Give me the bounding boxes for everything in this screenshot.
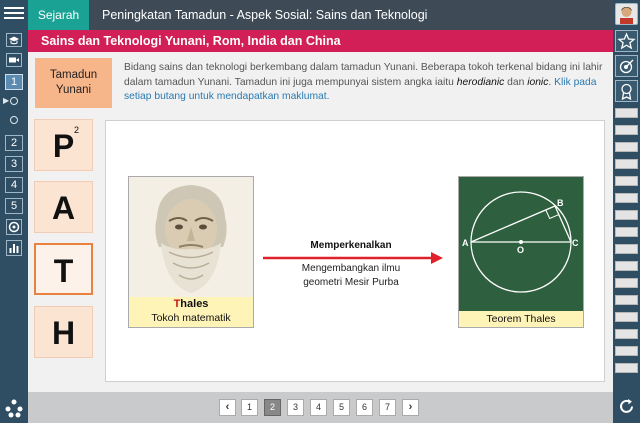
term-herodianic: herodianic [456, 76, 505, 88]
scroll-slot [615, 176, 638, 186]
top-bar: Sejarah Peningkatan Tamadun - Aspek Sosi… [28, 0, 613, 30]
avatar[interactable] [615, 3, 638, 25]
point-a-label: A [462, 238, 469, 248]
page-7-button[interactable]: 7 [379, 399, 396, 416]
scroll-slot [615, 227, 638, 237]
scroll-slot [615, 312, 638, 322]
letter-superscript: 2 [73, 125, 79, 135]
menu-icon[interactable] [4, 4, 24, 24]
scroll-slot [615, 193, 638, 203]
network-share-icon[interactable] [4, 398, 24, 418]
letter-button-t[interactable]: T [34, 243, 93, 295]
bottom-bar: ‹ 1 2 3 4 5 6 7 › [28, 392, 613, 423]
page-1-button[interactable]: 1 [241, 399, 258, 416]
letter-label: A [51, 190, 76, 226]
refresh-icon[interactable] [617, 397, 636, 416]
prev-page-button[interactable]: ‹ [219, 399, 236, 416]
intro-period: . [548, 76, 552, 88]
lesson-title: Peningkatan Tamadun - Aspek Sosial: Sain… [102, 8, 428, 22]
content-area: Tamadun Yunani Bidang sains dan teknolog… [28, 52, 613, 392]
section-1-button[interactable]: 1 [5, 74, 23, 90]
scroll-slot [615, 363, 638, 373]
subject-tab[interactable]: Sejarah [28, 0, 89, 30]
video-camera-icon[interactable] [6, 53, 22, 67]
term-ionic: ionic [527, 76, 549, 88]
thales-portrait-card: Thales Tokoh matematik [128, 176, 254, 328]
page-3-button[interactable]: 3 [287, 399, 304, 416]
point-b-label: B [557, 198, 564, 208]
letter-label: P [52, 128, 75, 164]
page-4-button[interactable]: 4 [310, 399, 327, 416]
page-6-button[interactable]: 6 [356, 399, 373, 416]
scroll-slot [615, 295, 638, 305]
section-5-button[interactable]: 5 [5, 198, 23, 214]
letter-button-a[interactable]: A [34, 181, 93, 233]
scroll-slot [615, 210, 638, 220]
left-rail: 1 ▶ 2 3 4 5 [0, 0, 28, 423]
letter-button-p[interactable]: P2 [34, 119, 93, 171]
section-3-button[interactable]: 3 [5, 156, 23, 172]
portrait-caption: Tokoh matematik [151, 312, 231, 324]
thales-theorem-diagram: A B C O [459, 177, 583, 311]
next-page-button[interactable]: › [402, 399, 419, 416]
section-4-button[interactable]: 4 [5, 177, 23, 193]
right-rail [613, 0, 640, 423]
bookmark-star-button[interactable] [615, 30, 638, 52]
letter-button-h[interactable]: H [34, 306, 93, 358]
target-arrow-icon [619, 59, 634, 74]
scroll-slot [615, 125, 638, 135]
subsection-dot-2[interactable] [10, 116, 18, 124]
arrow-description: Mengembangkan ilmu geometri Mesir Purba [276, 262, 426, 290]
scroll-slot [615, 244, 638, 254]
section-header: Sains dan Teknologi Yunani, Rom, India d… [28, 30, 613, 52]
name-rest: hales [180, 298, 209, 310]
page-2-button[interactable]: 2 [264, 399, 281, 416]
graduation-cap-icon[interactable] [6, 33, 22, 47]
arrow-description-line-2: geometri Mesir Purba [303, 277, 399, 288]
intro-conjunction: dan [504, 76, 528, 88]
intro-paragraph: Bidang sains dan teknologi berkembang da… [124, 61, 604, 105]
scroll-slot [615, 346, 638, 356]
point-o-label: O [517, 245, 524, 255]
diagram-caption: Teorem Thales [486, 313, 556, 325]
letter-label: T [53, 253, 74, 289]
scroll-slot [615, 108, 638, 118]
section-2-button[interactable]: 2 [5, 135, 23, 151]
goal-button[interactable] [615, 55, 638, 77]
thales-theorem-card: A B C O Teorem Thales [458, 176, 584, 328]
page-5-button[interactable]: 5 [333, 399, 350, 416]
civilization-label: Tamadun Yunani [35, 58, 112, 108]
scroll-slot [615, 261, 638, 271]
point-c-label: C [572, 238, 579, 248]
info-stage: Thales Tokoh matematik Memperkenalkan Me… [105, 120, 605, 382]
portrait-name: Thales [129, 298, 253, 310]
scroll-slot [615, 142, 638, 152]
award-button[interactable] [615, 80, 638, 102]
medal-icon [621, 83, 632, 101]
section-title: Sains dan Teknologi Yunani, Rom, India d… [41, 34, 341, 48]
letter-label: H [51, 315, 76, 351]
thales-bust-image [129, 177, 253, 297]
bar-chart-icon[interactable] [6, 240, 22, 256]
scroll-slot [615, 278, 638, 288]
scroll-slot [615, 329, 638, 339]
arrow-description-line-1: Mengembangkan ilmu [301, 263, 401, 274]
subsection-dot-1[interactable] [10, 97, 18, 105]
target-icon[interactable] [6, 219, 22, 235]
scroll-slot [615, 159, 638, 169]
star-icon [617, 32, 636, 50]
current-marker-icon: ▶ [3, 96, 10, 105]
